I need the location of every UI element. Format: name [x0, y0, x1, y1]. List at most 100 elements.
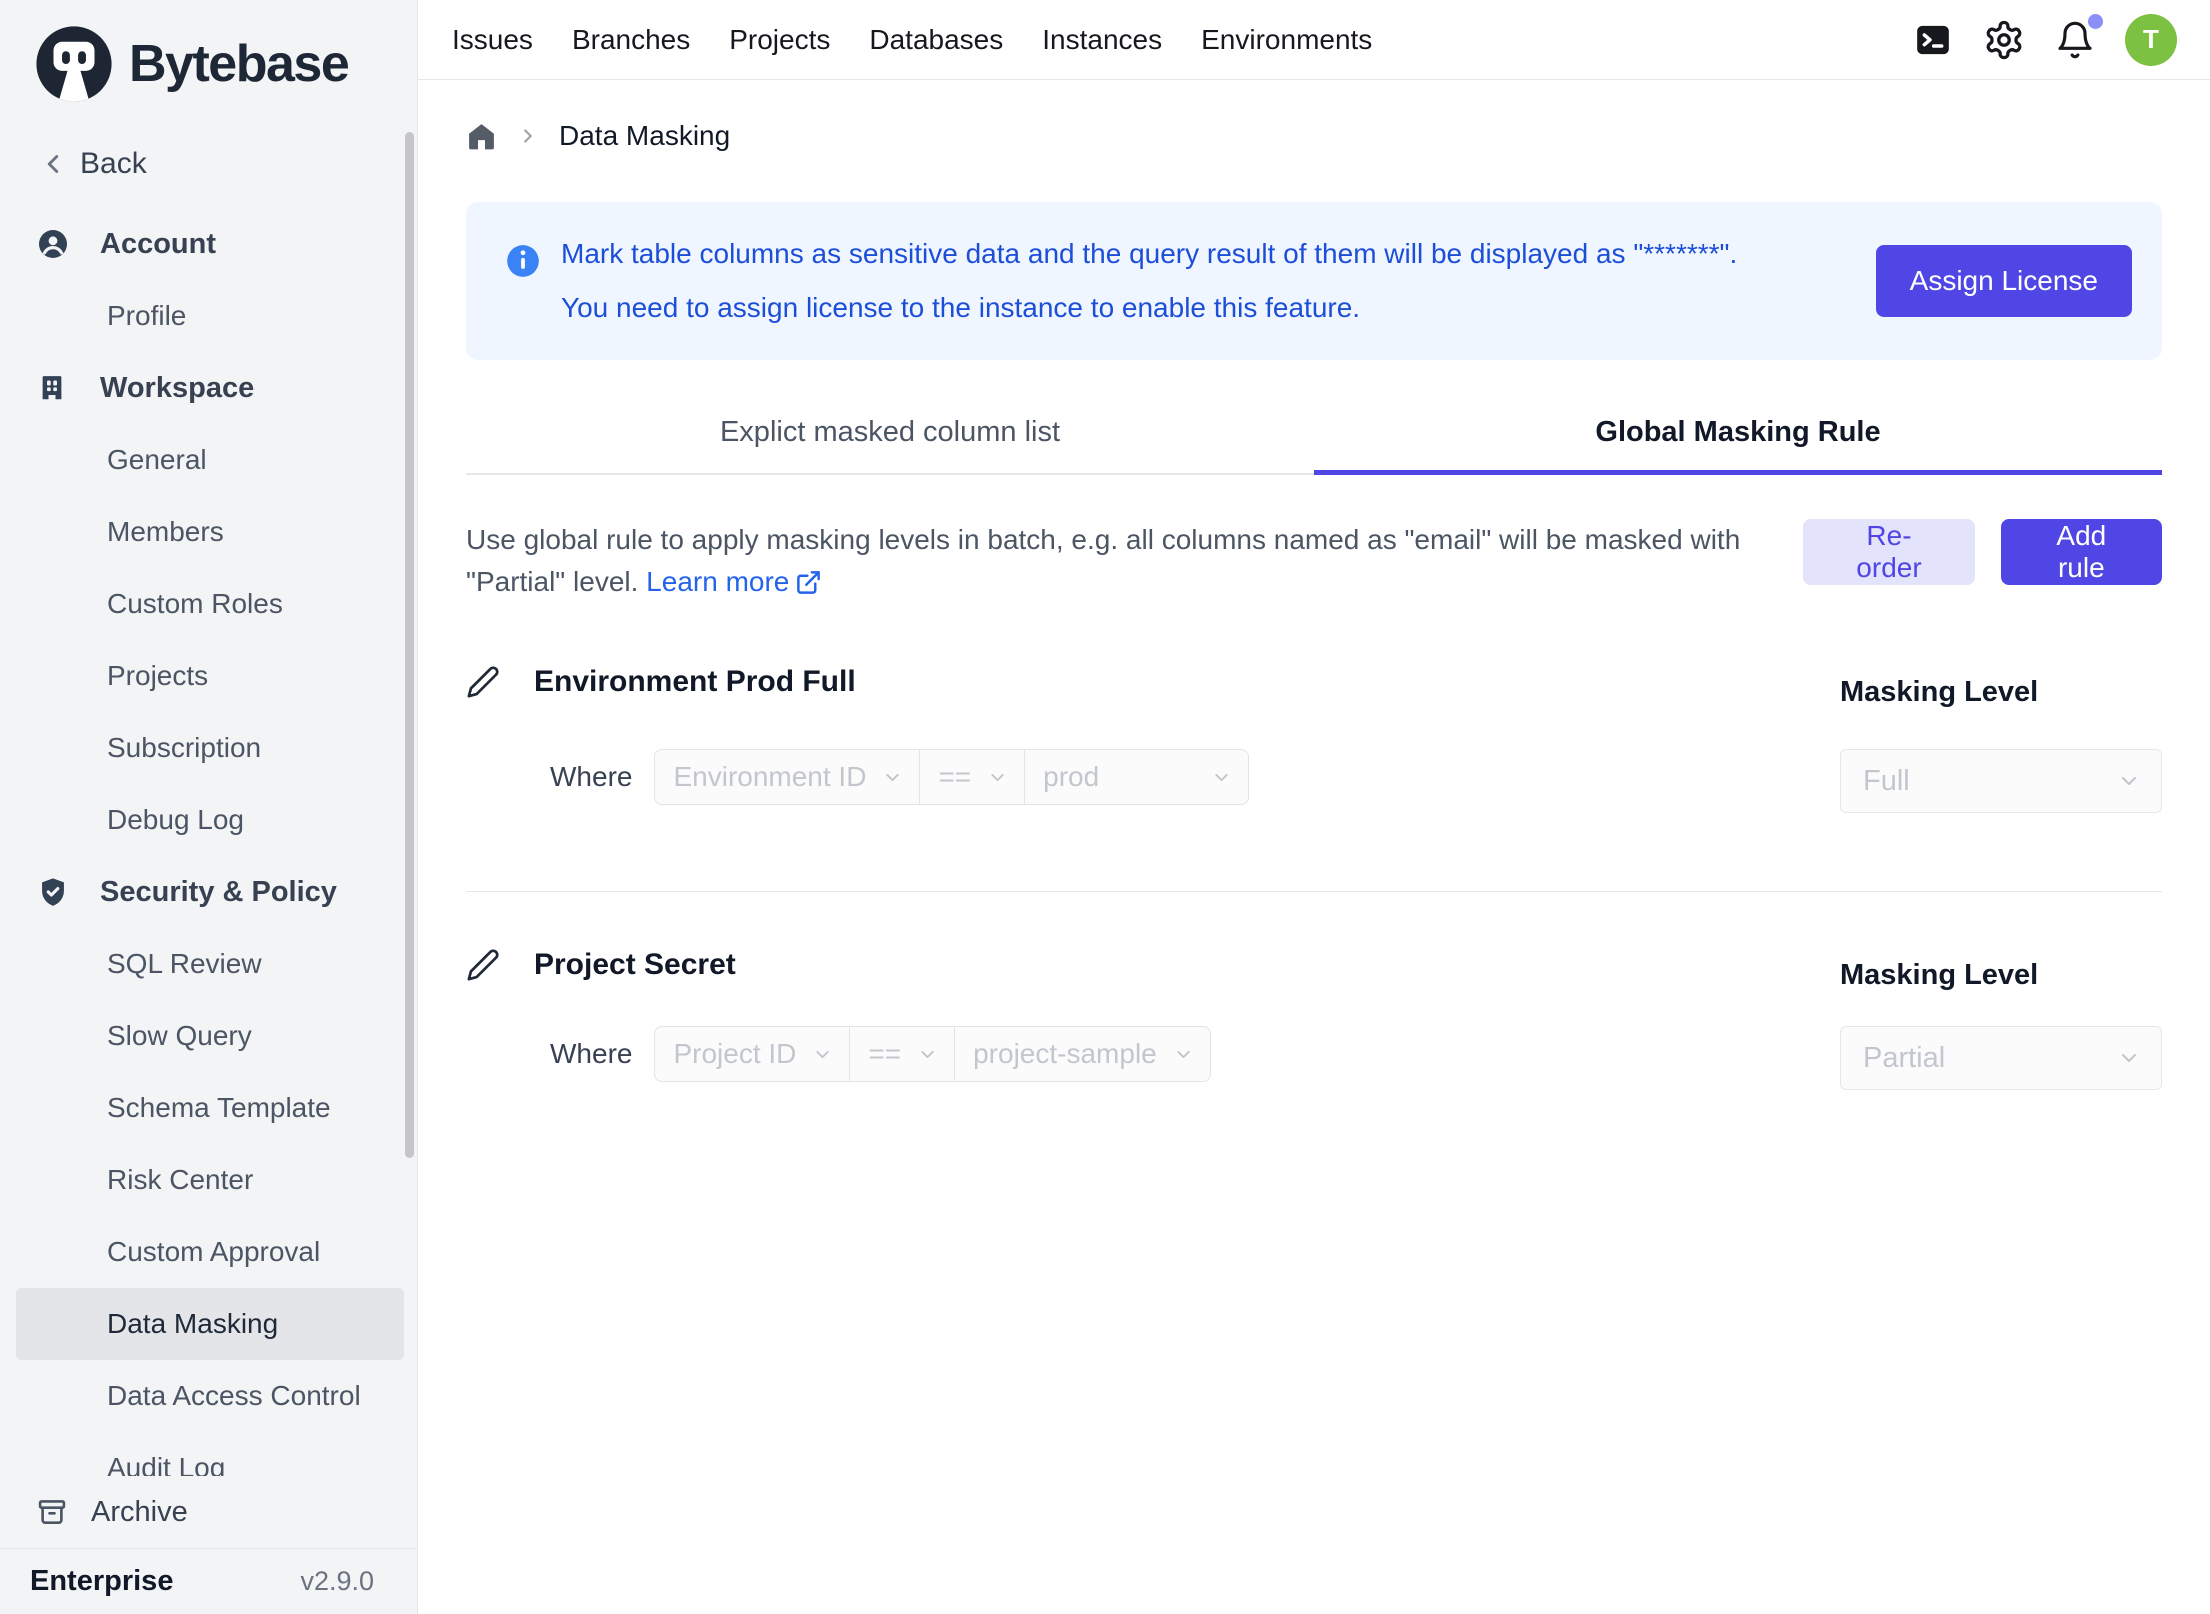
learn-more-link[interactable]: Learn more	[646, 561, 822, 603]
condition-field-select[interactable]: Environment ID	[655, 750, 919, 804]
masking-level-value: Partial	[1863, 1042, 1945, 1075]
tab-explicit-masked-column-list[interactable]: Explict masked column list	[466, 410, 1314, 475]
top-navigation: Issues Branches Projects Databases Insta…	[418, 0, 2210, 80]
masking-rule-project-secret: Project Secret Masking Level Where Proje…	[466, 948, 2162, 1090]
sidebar-item-sql-review[interactable]: SQL Review	[0, 928, 417, 1000]
condition-value: prod	[1043, 761, 1099, 793]
sidebar-item-workspace[interactable]: Workspace	[0, 352, 417, 424]
sidebar-item-label: Data Access Control	[107, 1380, 361, 1412]
condition-operator-select[interactable]: ==	[919, 750, 1024, 804]
banner-line2: You need to assign license to the instan…	[561, 292, 1360, 323]
breadcrumb: Data Masking	[466, 110, 2162, 162]
sidebar-item-profile[interactable]: Profile	[0, 280, 417, 352]
sidebar-item-label: Schema Template	[107, 1092, 331, 1124]
app-version: v2.9.0	[300, 1566, 374, 1597]
masking-tabs: Explict masked column list Global Maskin…	[466, 410, 2162, 475]
masking-level-label: Masking Level	[1840, 959, 2038, 991]
bell-icon[interactable]	[2055, 20, 2095, 60]
rule-name: Environment Prod Full	[534, 665, 856, 699]
banner-line1: Mark table columns as sensitive data and…	[561, 238, 1737, 269]
sidebar-item-subscription[interactable]: Subscription	[0, 712, 417, 784]
sidebar-item-custom-roles[interactable]: Custom Roles	[0, 568, 417, 640]
edit-pencil-icon[interactable]	[466, 948, 500, 982]
brand-wordmark: Bytebase	[129, 34, 348, 94]
sidebar-item-slow-query[interactable]: Slow Query	[0, 1000, 417, 1072]
gear-icon[interactable]	[1983, 19, 2025, 61]
global-rule-description: Use global rule to apply masking levels …	[466, 519, 1803, 603]
masking-level-label: Masking Level	[1840, 676, 2038, 708]
condition-value-select[interactable]: project-sample	[954, 1027, 1210, 1081]
sidebar-item-projects[interactable]: Projects	[0, 640, 417, 712]
sidebar-item-data-access-control[interactable]: Data Access Control	[0, 1360, 417, 1432]
settings-sidebar: Bytebase Back Account Profile Workspace …	[0, 0, 418, 1614]
sidebar-item-label: Data Masking	[107, 1308, 278, 1340]
sidebar-scrollbar[interactable]	[405, 132, 414, 1158]
chevron-down-icon	[2117, 1046, 2141, 1070]
external-link-icon	[795, 569, 822, 596]
license-info-banner: Mark table columns as sensitive data and…	[466, 202, 2162, 360]
plan-footer: Enterprise v2.9.0	[0, 1548, 416, 1614]
bytebase-logo-icon	[33, 23, 115, 105]
sidebar-item-schema-template[interactable]: Schema Template	[0, 1072, 417, 1144]
back-button[interactable]: Back	[0, 128, 417, 200]
sql-editor-terminal-icon[interactable]	[1913, 20, 1953, 60]
condition-field-value: Project ID	[673, 1038, 796, 1070]
chevron-right-icon	[517, 125, 539, 147]
page-content: Data Masking Mark table columns as sensi…	[418, 80, 2210, 1614]
edit-pencil-icon[interactable]	[466, 665, 500, 699]
app-window: Bytebase Back Account Profile Workspace …	[0, 0, 2210, 1614]
description-line2: "Partial" level.	[466, 566, 638, 597]
back-label: Back	[80, 147, 147, 181]
archive-label: Archive	[91, 1496, 188, 1529]
masking-level-select[interactable]: Full	[1840, 749, 2162, 813]
sidebar-item-members[interactable]: Members	[0, 496, 417, 568]
assign-license-button[interactable]: Assign License	[1876, 245, 2132, 317]
chevron-down-icon	[1173, 1044, 1194, 1065]
sidebar-item-label: SQL Review	[107, 948, 262, 980]
sidebar-item-general[interactable]: General	[0, 424, 417, 496]
sidebar-item-account[interactable]: Account	[0, 208, 417, 280]
topbar-icons: T	[1913, 14, 2210, 66]
add-rule-button[interactable]: Add rule	[2001, 519, 2162, 585]
sidebar-item-label: Projects	[107, 660, 208, 692]
main-area: Issues Branches Projects Databases Insta…	[418, 0, 2210, 1614]
condition-group: Project ID == project-sample	[654, 1026, 1210, 1082]
description-line1: Use global rule to apply masking levels …	[466, 524, 1740, 555]
rule-name: Project Secret	[534, 948, 736, 982]
archive-icon	[37, 1496, 69, 1528]
nav-link-databases[interactable]: Databases	[869, 24, 1003, 56]
condition-operator-select[interactable]: ==	[849, 1027, 954, 1081]
avatar[interactable]: T	[2125, 14, 2177, 66]
condition-value-select[interactable]: prod	[1024, 750, 1248, 804]
masking-level-select[interactable]: Partial	[1840, 1026, 2162, 1090]
breadcrumb-current: Data Masking	[559, 120, 730, 152]
condition-field-select[interactable]: Project ID	[655, 1027, 849, 1081]
home-icon[interactable]	[466, 121, 497, 152]
sidebar-item-risk-center[interactable]: Risk Center	[0, 1144, 417, 1216]
nav-link-issues[interactable]: Issues	[452, 24, 533, 56]
masking-level-value: Full	[1863, 765, 1910, 798]
nav-link-projects[interactable]: Projects	[729, 24, 830, 56]
nav-link-environments[interactable]: Environments	[1201, 24, 1372, 56]
tab-global-masking-rule[interactable]: Global Masking Rule	[1314, 410, 2162, 475]
reorder-button[interactable]: Re-order	[1803, 519, 1974, 585]
chevron-down-icon	[1211, 767, 1232, 788]
sidebar-item-security-policy[interactable]: Security & Policy	[0, 856, 417, 928]
nav-link-branches[interactable]: Branches	[572, 24, 690, 56]
sidebar-item-archive[interactable]: Archive	[0, 1476, 416, 1548]
brand-logo[interactable]: Bytebase	[0, 0, 417, 128]
learn-more-label: Learn more	[646, 561, 789, 603]
sidebar-item-label: Risk Center	[107, 1164, 253, 1196]
notification-dot	[2088, 14, 2103, 29]
sidebar-item-label: Slow Query	[107, 1020, 252, 1052]
sidebar-item-label: Account	[100, 228, 216, 261]
sidebar-item-data-masking[interactable]: Data Masking	[16, 1288, 404, 1360]
nav-link-instances[interactable]: Instances	[1042, 24, 1162, 56]
sidebar-item-debug-log[interactable]: Debug Log	[0, 784, 417, 856]
sidebar-item-label: Profile	[107, 300, 186, 332]
sidebar-item-label: Subscription	[107, 732, 261, 764]
chevron-down-icon	[882, 767, 903, 788]
chevron-down-icon	[812, 1044, 833, 1065]
sidebar-item-custom-approval[interactable]: Custom Approval	[0, 1216, 417, 1288]
condition-group: Environment ID == prod	[654, 749, 1249, 805]
